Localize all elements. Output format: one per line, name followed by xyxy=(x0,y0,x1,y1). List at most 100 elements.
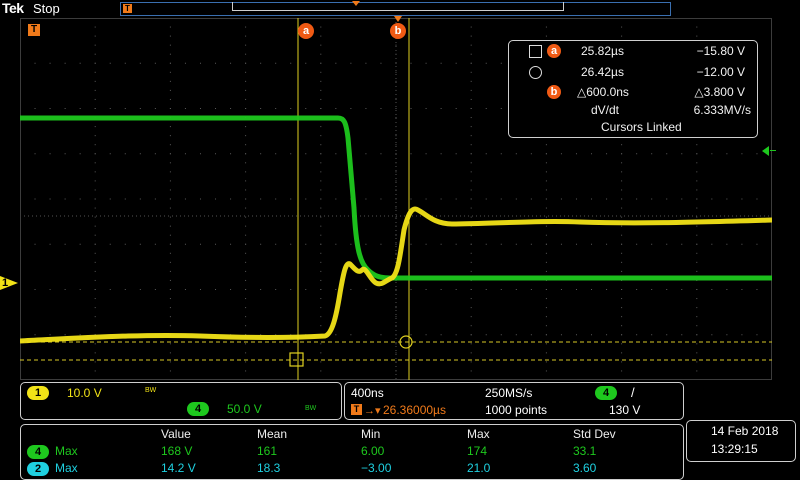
measurements-panel[interactable]: Value Mean Min Max Std Dev 4 Max 168 V 1… xyxy=(20,424,684,480)
grid-dot xyxy=(169,180,171,182)
grid-dot xyxy=(335,62,337,64)
channel1-badge[interactable]: 1 xyxy=(27,386,49,400)
grid-dot xyxy=(64,243,66,245)
grid-dot xyxy=(154,243,156,245)
trigger-level-arrow-icon[interactable] xyxy=(762,146,769,156)
grid-dot xyxy=(245,153,247,155)
grid-dot xyxy=(621,361,623,363)
datetime-panel[interactable]: 14 Feb 2018 13:29:15 xyxy=(686,420,796,462)
run-state[interactable]: Stop xyxy=(33,1,60,16)
horizontal-trigger-panel[interactable]: 400ns 250MS/s 4 / T →▾ 26.36000µs 1000 p… xyxy=(344,382,684,420)
grid-dot xyxy=(410,243,412,245)
record-display-window[interactable] xyxy=(232,2,564,11)
grid-dot xyxy=(320,325,322,327)
grid-dot xyxy=(290,289,292,290)
vertical-settings-panel[interactable]: 1 10.0 V BW 4 50.0 V BW xyxy=(20,382,342,420)
meas-row1-max: 174 xyxy=(467,444,488,458)
grid-dot xyxy=(169,89,171,91)
grid-dot xyxy=(470,334,472,336)
grid-dot xyxy=(485,198,487,200)
grid-dot xyxy=(410,289,412,290)
grid-dot xyxy=(606,153,608,155)
grid-dot xyxy=(575,334,577,336)
grid-dot xyxy=(621,180,623,182)
grid-dot xyxy=(199,62,201,64)
trigger-level-tick xyxy=(770,150,776,151)
grid-dot xyxy=(545,26,547,28)
trigger-level[interactable]: 130 V xyxy=(609,403,640,417)
grid-dot xyxy=(621,307,623,309)
grid-dot xyxy=(425,62,427,64)
grid-dot xyxy=(621,162,623,164)
grid-dot xyxy=(365,153,367,155)
grid-dot xyxy=(245,53,247,55)
grid-dot xyxy=(245,243,247,245)
grid-dot xyxy=(320,261,322,263)
grid-dot xyxy=(470,89,472,91)
grid-dot xyxy=(260,198,262,200)
grid-dot xyxy=(169,289,171,290)
grid-dot xyxy=(199,198,201,200)
grid-dot xyxy=(545,270,547,272)
table-row[interactable]: 2 Max 14.2 V 18.3 −3.00 21.0 3.60 xyxy=(21,461,681,477)
cursor-readout-panel[interactable]: a 25.82µs −15.80 V 26.42µs −12.00 V b △6… xyxy=(508,40,758,138)
grid-dot xyxy=(560,153,562,155)
grid-dot xyxy=(666,289,668,290)
grid-dot xyxy=(455,289,457,290)
grid-dot xyxy=(380,108,382,109)
trigger-position-time[interactable]: 26.36000µs xyxy=(383,403,446,417)
grid-dot xyxy=(94,243,96,245)
grid-dot xyxy=(545,261,547,263)
grid-dot xyxy=(320,243,322,245)
trigger-position-icon: T xyxy=(351,404,362,415)
grid-dot xyxy=(651,334,653,336)
channel1-scale[interactable]: 10.0 V xyxy=(67,386,102,400)
grid-dot xyxy=(350,289,352,290)
grid-dot xyxy=(34,108,36,109)
grid-dot xyxy=(470,243,472,245)
grid-dot xyxy=(545,234,547,236)
grid-dot xyxy=(34,198,36,200)
grid-dot xyxy=(64,153,66,155)
grid-dot xyxy=(470,135,472,137)
record-trigger-marker xyxy=(352,1,360,6)
grid-dot xyxy=(545,216,547,218)
grid-dot xyxy=(545,316,547,318)
grid-dot xyxy=(245,289,247,290)
grid-dot xyxy=(245,307,247,309)
grid-dot xyxy=(320,216,322,218)
grid-dot xyxy=(169,316,171,318)
cursor-b-badge[interactable]: b xyxy=(390,23,406,39)
grid-dot xyxy=(320,279,322,281)
grid-dot xyxy=(260,243,262,245)
channel4-badge[interactable]: 4 xyxy=(187,402,209,416)
grid-dot xyxy=(470,71,472,73)
grid-dot xyxy=(470,189,472,191)
grid-dot xyxy=(681,334,683,336)
grid-dot xyxy=(621,26,623,28)
grid-dot xyxy=(485,243,487,245)
grid-dot xyxy=(245,71,247,73)
cursor-a-badge[interactable]: a xyxy=(298,23,314,39)
grid-dot xyxy=(230,289,232,290)
channel4-scale[interactable]: 50.0 V xyxy=(227,402,262,416)
grid-dot xyxy=(591,289,593,290)
timebase-scale[interactable]: 400ns xyxy=(351,386,384,400)
grid-dot xyxy=(470,80,472,82)
meas-row1-min: 6.00 xyxy=(361,444,385,458)
grid-dot xyxy=(696,162,698,164)
table-row[interactable]: 4 Max 168 V 161 6.00 174 33.1 xyxy=(21,444,681,460)
trigger-source-badge[interactable]: 4 xyxy=(595,386,617,400)
grid-dot xyxy=(94,307,96,309)
trigger-slope-icon[interactable]: / xyxy=(631,385,635,400)
trigger-position-marker[interactable]: T xyxy=(28,24,40,36)
grid-dot xyxy=(636,198,638,200)
grid-dot xyxy=(124,62,126,64)
grid-dot xyxy=(335,243,337,245)
cursor-a-readout-badge: a xyxy=(547,44,561,58)
grid-dot xyxy=(530,334,532,336)
grid-dot xyxy=(169,352,171,354)
grid-dot xyxy=(395,216,397,218)
record-length[interactable]: 1000 points xyxy=(485,403,547,417)
grid-dot xyxy=(64,62,66,64)
